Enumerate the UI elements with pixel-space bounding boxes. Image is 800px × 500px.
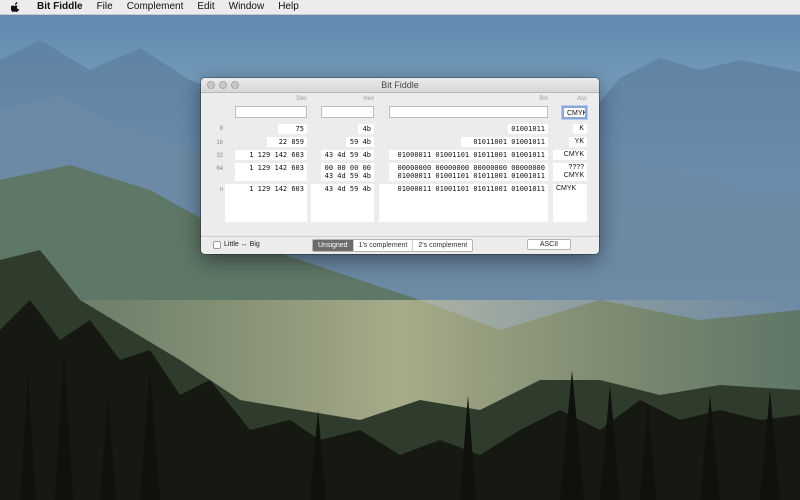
hex-value-8: 4b: [358, 124, 374, 134]
bin-value-16: 01011001 01001011: [461, 137, 548, 147]
row-label-16: 16: [216, 140, 223, 146]
hex-input[interactable]: [321, 106, 374, 118]
bin-input[interactable]: [389, 106, 548, 118]
column-header-asc: Asc: [576, 96, 587, 102]
ascii-value-32: CMYK: [553, 150, 587, 160]
mode-twos-complement-button[interactable]: 2's complement: [413, 240, 472, 251]
ascii-value-8: K: [573, 124, 587, 134]
bin-value-n: 01000011 01001101 01011001 01001011: [379, 184, 548, 222]
bin-value-32: 01000011 01001101 01011001 01001011: [389, 150, 548, 160]
menu-bar: Bit Fiddle File Complement Edit Window H…: [0, 0, 800, 15]
column-header-bin: Bin: [539, 96, 548, 102]
dec-input[interactable]: [235, 106, 307, 118]
dec-value-32: 1 129 142 603: [235, 150, 307, 160]
dec-value-8: 75: [278, 124, 307, 134]
row-label-64: 64: [216, 166, 223, 172]
menu-file[interactable]: File: [90, 0, 120, 14]
bit-fiddle-window: Bit Fiddle Dec Hex Bin Asc CMYK 8 75 4b …: [201, 78, 599, 254]
ascii-input[interactable]: CMYK: [562, 106, 587, 119]
apple-logo-icon-glyph: [10, 2, 19, 12]
hex-value-32: 43 4d 59 4b: [321, 150, 374, 160]
hex-value-16: 59 4b: [346, 137, 374, 147]
hex-value-n: 43 4d 59 4b: [311, 184, 374, 222]
dec-value-64: 1 129 142 603: [235, 163, 307, 181]
column-header-dec: Dec: [296, 96, 307, 102]
menu-edit[interactable]: Edit: [190, 0, 221, 14]
ascii-value-16: YK: [569, 137, 587, 147]
menu-app-name[interactable]: Bit Fiddle: [30, 0, 90, 14]
ascii-button[interactable]: ASCII: [527, 239, 571, 250]
menu-help[interactable]: Help: [271, 0, 306, 14]
complement-mode-control: Unsigned 1's complement 2's complement: [312, 239, 474, 252]
hex-value-64: 00 00 00 00 43 4d 59 4b: [321, 163, 374, 181]
mode-unsigned-button[interactable]: Unsigned: [313, 240, 354, 251]
window-title: Bit Fiddle: [381, 80, 419, 90]
window-titlebar[interactable]: Bit Fiddle: [201, 78, 599, 93]
column-header-hex: Hex: [363, 96, 374, 102]
endian-checkbox[interactable]: [213, 241, 221, 249]
bin-value-64: 00000000 00000000 00000000 00000000 0100…: [389, 163, 548, 181]
menu-complement[interactable]: Complement: [120, 0, 191, 14]
endian-label: Little ↔ Big: [224, 241, 260, 248]
bin-value-8: 01001011: [508, 124, 548, 134]
dec-value-n: 1 129 142 603: [225, 184, 307, 222]
row-label-32: 32: [216, 153, 223, 159]
mode-ones-complement-button[interactable]: 1's complement: [354, 240, 414, 251]
footer-divider: [201, 236, 599, 237]
dec-value-16: 22 859: [267, 137, 307, 147]
ascii-value-64: ???? CMYK: [553, 163, 587, 181]
row-label-n: n: [219, 187, 223, 193]
ascii-value-n: CMYK: [553, 184, 587, 222]
row-label-8: 8: [219, 126, 223, 132]
menu-window[interactable]: Window: [222, 0, 272, 14]
apple-logo-icon[interactable]: [0, 2, 30, 12]
